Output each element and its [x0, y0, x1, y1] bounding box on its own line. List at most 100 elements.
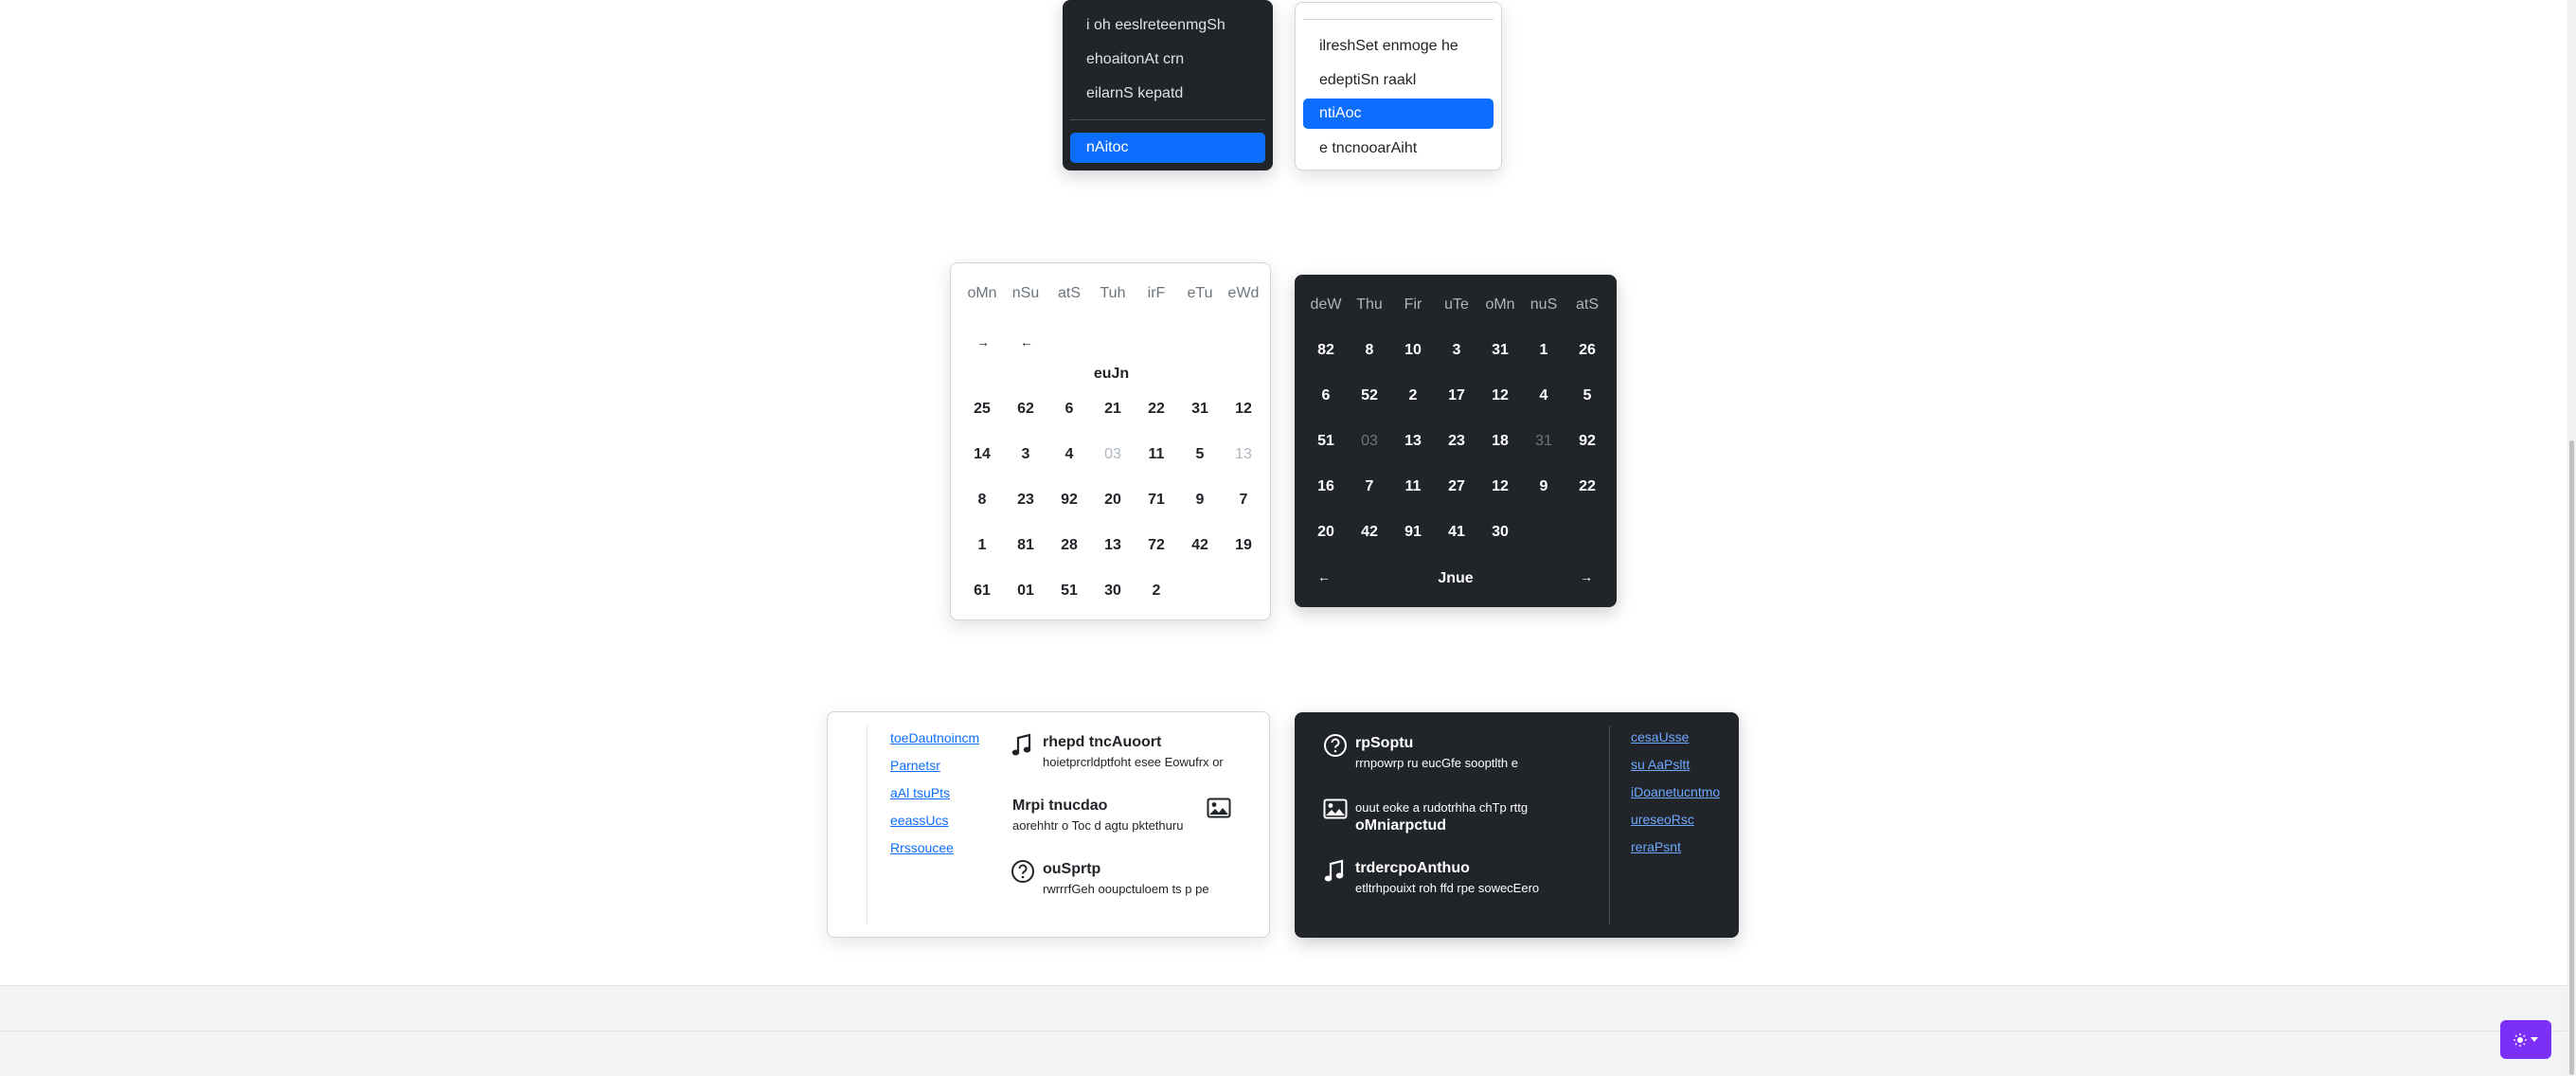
calendar-day[interactable]: 91	[1391, 510, 1435, 555]
weekday-label: deW	[1310, 296, 1342, 313]
calendar-day[interactable]: 16	[1304, 464, 1348, 510]
next-month-arrow-icon[interactable]: →	[1571, 562, 1601, 592]
feature-title[interactable]: trdercpoAnthuo	[1355, 860, 1470, 877]
calendar-day[interactable]: 9	[1178, 477, 1222, 523]
calendar-day[interactable]: 1	[960, 523, 1004, 568]
panel-link[interactable]: eeassUcs	[890, 813, 948, 828]
calendar-day[interactable]: 14	[960, 432, 1004, 477]
calendar-day[interactable]: 5	[1565, 373, 1609, 419]
dropdown-item[interactable]: ilreshSet enmoge he	[1303, 31, 1494, 62]
calendar-day[interactable]: 20	[1091, 477, 1135, 523]
panel-link[interactable]: ureseoRsc	[1631, 812, 1694, 827]
feature-title[interactable]: rhepd tncAuoort	[1043, 734, 1161, 751]
dropdown-item-active[interactable]: ntiAoc	[1303, 99, 1494, 129]
feature-title[interactable]: oMniarpctud	[1355, 817, 1446, 834]
calendar-day[interactable]: 25	[960, 386, 1004, 432]
calendar-day[interactable]: 28	[1047, 523, 1091, 568]
calendar-day[interactable]: 3	[1004, 432, 1047, 477]
calendar-day[interactable]: 82	[1304, 328, 1348, 373]
calendar-day[interactable]: 12	[1478, 464, 1522, 510]
calendar-day[interactable]: 81	[1004, 523, 1047, 568]
calendar-day[interactable]: 10	[1391, 328, 1435, 373]
calendar-day[interactable]: 7	[1222, 477, 1265, 523]
calendar-day[interactable]: 26	[1565, 328, 1609, 373]
feature-title[interactable]: rpSoptu	[1355, 735, 1413, 752]
calendar-day[interactable]: 13	[1391, 419, 1435, 464]
calendar-day[interactable]: 13	[1091, 523, 1135, 568]
calendar-day[interactable]: 12	[1478, 373, 1522, 419]
panel-link[interactable]: su AaPsltt	[1631, 757, 1690, 772]
calendar-day[interactable]: 4	[1522, 373, 1565, 419]
panel-link[interactable]: reraPsnt	[1631, 839, 1681, 854]
calendar-day[interactable]: 31	[1478, 328, 1522, 373]
calendar-day[interactable]: 5	[1178, 432, 1222, 477]
panel-link[interactable]: Parnetsr	[890, 758, 940, 773]
calendar-day[interactable]: 21	[1091, 386, 1135, 432]
panel-link[interactable]: toeDautnoincm	[890, 730, 979, 745]
dropdown-item[interactable]: i oh eeslreteenmgSh	[1070, 10, 1265, 41]
dropdown-item[interactable]: e tncnooarAiht	[1303, 134, 1494, 164]
scrollbar-thumb[interactable]	[2569, 440, 2574, 1075]
panel-link[interactable]: cesaUsse	[1631, 729, 1689, 744]
calendar-day[interactable]: 17	[1435, 373, 1478, 419]
calendar-day[interactable]: 11	[1391, 464, 1435, 510]
theme-toggle-button[interactable]	[2500, 1020, 2551, 1059]
calendar-day[interactable]: 27	[1435, 464, 1478, 510]
calendar-day[interactable]: 31	[1522, 419, 1565, 464]
calendar-light: oMn nSu atS Tuh irF eTu eWd → ← euJn 25 6…	[950, 262, 1271, 620]
calendar-day[interactable]: 30	[1478, 510, 1522, 555]
calendar-day[interactable]: 30	[1091, 568, 1135, 614]
calendar-day[interactable]: 23	[1004, 477, 1047, 523]
calendar-day[interactable]: 1	[1522, 328, 1565, 373]
weekday-header: oMn nSu atS Tuh irF eTu eWd	[960, 271, 1265, 316]
dropdown-item[interactable]: eilarnS kepatd	[1070, 79, 1265, 109]
calendar-day[interactable]: 22	[1565, 464, 1609, 510]
calendar-day[interactable]: 8	[1348, 328, 1391, 373]
calendar-day[interactable]: 52	[1348, 373, 1391, 419]
calendar-day[interactable]: 6	[1304, 373, 1348, 419]
calendar-day[interactable]: 7	[1348, 464, 1391, 510]
dropdown-item[interactable]: edeptiSn raakl	[1303, 65, 1494, 96]
panel-link[interactable]: iDoanetucntmo	[1631, 784, 1720, 799]
calendar-day[interactable]: 42	[1348, 510, 1391, 555]
calendar-day[interactable]: 41	[1435, 510, 1478, 555]
feature-title[interactable]: ouSprtp	[1043, 861, 1100, 878]
weekday-label: Thu	[1356, 296, 1383, 313]
calendar-day[interactable]: 9	[1522, 464, 1565, 510]
calendar-day[interactable]: 23	[1435, 419, 1478, 464]
calendar-day[interactable]: 22	[1135, 386, 1178, 432]
calendar-day[interactable]: 20	[1304, 510, 1348, 555]
calendar-day[interactable]: 3	[1435, 328, 1478, 373]
feature-title[interactable]: Mrpi tnucdao	[1012, 798, 1107, 815]
calendar-day[interactable]: 12	[1222, 386, 1265, 432]
dropdown-item[interactable]: ehoaitonAt crn	[1070, 45, 1265, 75]
calendar-day[interactable]: 31	[1178, 386, 1222, 432]
calendar-day[interactable]: 11	[1135, 432, 1178, 477]
calendar-day[interactable]: 51	[1047, 568, 1091, 614]
calendar-day[interactable]: 2	[1391, 373, 1435, 419]
calendar-day[interactable]: 42	[1178, 523, 1222, 568]
days-grid: 25 62 6 21 22 31 12 14 3 4 03 11 5 13 8 23 92 20 71 9 7 1 81 28…	[960, 386, 1265, 614]
calendar-day[interactable]: 71	[1135, 477, 1178, 523]
panel-link[interactable]: aAl tsuPts	[890, 785, 950, 800]
calendar-day[interactable]: 19	[1222, 523, 1265, 568]
calendar-day[interactable]: 62	[1004, 386, 1047, 432]
calendar-day[interactable]: 13	[1222, 432, 1265, 477]
calendar-day[interactable]: 72	[1135, 523, 1178, 568]
calendar-day[interactable]: 03	[1348, 419, 1391, 464]
dropdown-item-active[interactable]: nAitoc	[1070, 133, 1265, 163]
calendar-day[interactable]: 18	[1478, 419, 1522, 464]
calendar-day[interactable]: 03	[1091, 432, 1135, 477]
panel-link[interactable]: Rrssoucee	[890, 840, 954, 855]
prev-month-arrow-icon[interactable]: →	[968, 327, 998, 357]
calendar-day[interactable]: 51	[1304, 419, 1348, 464]
calendar-day[interactable]: 92	[1565, 419, 1609, 464]
calendar-day[interactable]: 92	[1047, 477, 1091, 523]
calendar-day[interactable]: 8	[960, 477, 1004, 523]
calendar-day[interactable]: 4	[1047, 432, 1091, 477]
next-month-arrow-icon[interactable]: ←	[1011, 327, 1042, 357]
calendar-day[interactable]: 01	[1004, 568, 1047, 614]
calendar-day[interactable]: 61	[960, 568, 1004, 614]
calendar-day[interactable]: 6	[1047, 386, 1091, 432]
calendar-day[interactable]: 2	[1135, 568, 1178, 614]
